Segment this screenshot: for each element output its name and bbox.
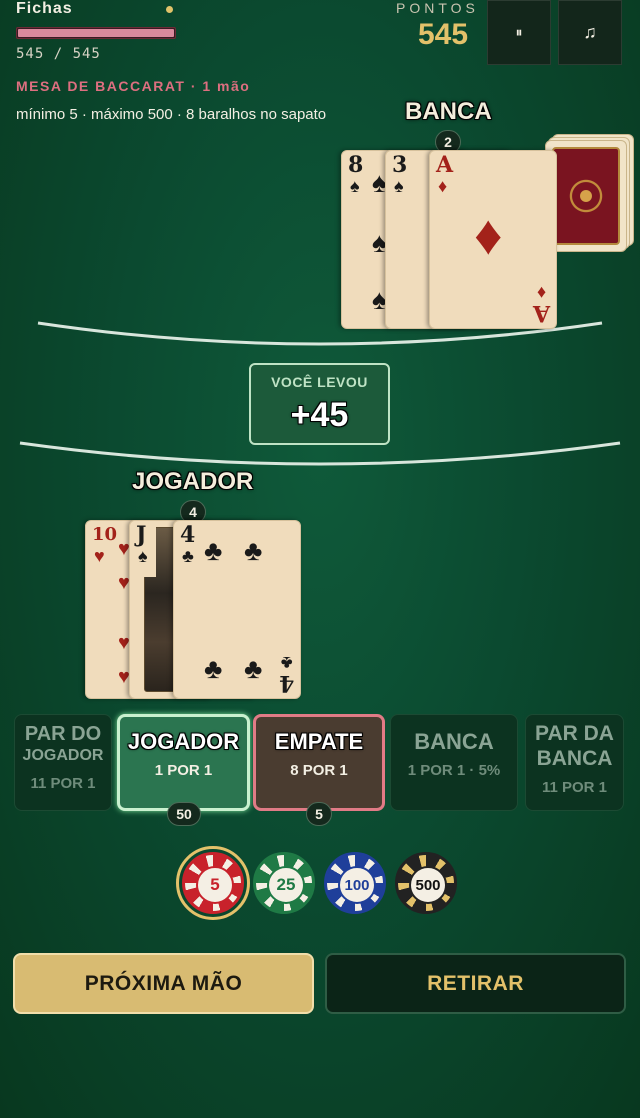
bet-odds: 8 POR 1	[290, 762, 348, 779]
bet-odds: 11 POR 1	[30, 775, 96, 792]
club-icon: ♣	[244, 535, 263, 566]
next-hand-button[interactable]: PRÓXIMA MÃO	[13, 953, 314, 1014]
card-rank: A	[436, 152, 454, 178]
heart-icon: ♥	[94, 546, 105, 566]
card-rank: 4	[180, 522, 196, 548]
diamond-icon: ♦	[438, 176, 448, 196]
bet-label: BANCA	[536, 747, 613, 770]
diamond-icon: ♦	[474, 203, 503, 266]
bet-label: JOGADOR	[127, 729, 240, 754]
bet-label: EMPATE	[274, 729, 364, 754]
bet-label: JOGADOR	[22, 747, 104, 764]
bet-player[interactable]: JOGADOR 1 POR 1	[117, 714, 250, 811]
card-rank: 10	[92, 524, 118, 545]
card-rank: A	[532, 300, 550, 326]
spade-icon: ♠	[138, 546, 148, 566]
club-icon: ♣	[280, 653, 293, 673]
bet-tie[interactable]: EMPATE 8 POR 1	[253, 714, 385, 811]
card-rank: J	[136, 522, 147, 548]
banker-card: A ♦ ♦ A ♦	[429, 150, 557, 329]
player-title: JOGADOR	[132, 468, 254, 495]
bet-banker[interactable]: BANCA 1 POR 1 · 5%	[390, 714, 518, 811]
chip-value: 5	[196, 866, 234, 904]
deck-card-back	[545, 140, 627, 252]
bet-odds: 11 POR 1	[541, 779, 608, 796]
bet-banker-pair[interactable]: PAR DA BANCA 11 POR 1	[525, 714, 624, 811]
card-rank: 3	[392, 152, 408, 178]
club-icon: ♣	[204, 653, 223, 684]
chip-25[interactable]: 25	[253, 852, 315, 914]
withdraw-button[interactable]: RETIRAR	[325, 953, 626, 1014]
result-panel: VOCÊ LEVOU +45	[249, 363, 390, 445]
bet-player-pair[interactable]: PAR DO JOGADOR 11 POR 1	[14, 714, 112, 811]
chip-value: 500	[409, 866, 447, 904]
bet-odds: 1 POR 1 · 5%	[407, 762, 501, 779]
card-rank: 4	[278, 670, 294, 696]
chip-value: 100	[338, 866, 376, 904]
chip-value: 25	[267, 866, 305, 904]
spade-icon: ♠	[350, 176, 360, 196]
player-stake: 50	[167, 802, 201, 826]
result-label: VOCÊ LEVOU	[271, 374, 368, 390]
chip-5[interactable]: 5	[176, 846, 250, 920]
bet-label: PAR DA	[535, 722, 614, 745]
card-rank: 8	[348, 152, 364, 178]
card-corner-bottom: A ♦	[532, 283, 550, 326]
bet-odds: 1 POR 1	[154, 762, 213, 779]
bet-label: BANCA	[414, 729, 494, 754]
bet-label: PAR DO	[24, 723, 102, 745]
club-icon: ♣	[204, 535, 223, 566]
club-icon: ♣	[244, 653, 263, 684]
club-icon: ♣	[182, 546, 194, 566]
player-card: 4 ♣ ♣ ♣ ♣ ♣ 4 ♣	[173, 520, 301, 699]
player-arc	[19, 441, 621, 466]
chip-500[interactable]: 500	[395, 852, 457, 914]
tie-stake: 5	[306, 802, 332, 826]
banker-title: BANCA	[405, 98, 492, 125]
card-corner-bottom: 4 ♣	[278, 653, 294, 696]
spade-icon: ♠	[394, 176, 404, 196]
result-value: +45	[290, 396, 349, 434]
chip-100[interactable]: 100	[324, 852, 386, 914]
